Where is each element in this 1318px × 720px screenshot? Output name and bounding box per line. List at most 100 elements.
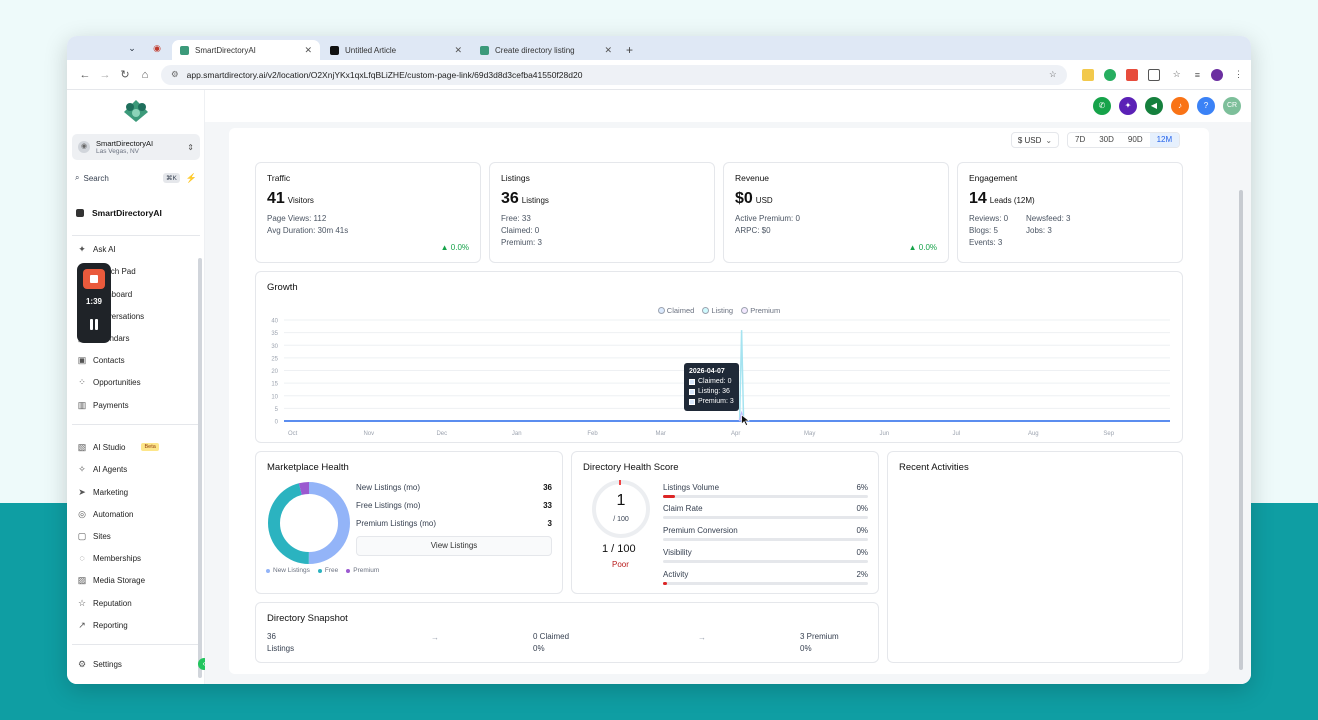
- url-bar[interactable]: ⚙ app.smartdirectory.ai/v2/location/O2Xn…: [161, 64, 1067, 85]
- sidebar-item-memberships[interactable]: ◌ Memberships: [77, 549, 197, 567]
- tab-smartdirectoryai[interactable]: SmartDirectoryAI ✕: [172, 40, 320, 60]
- kpi-detail: Jobs: 3: [1026, 226, 1052, 235]
- site-settings-icon[interactable]: ⚙: [171, 69, 179, 80]
- browser-menu-icon[interactable]: ⋮: [1234, 69, 1243, 80]
- location-switcher[interactable]: ◉ SmartDirectoryAI Las Vegas, NV ⇕: [72, 134, 200, 160]
- extensions-puzzle-icon[interactable]: [1147, 68, 1160, 81]
- help-icon[interactable]: ?: [1197, 97, 1215, 115]
- mh-row-free: Free Listings (mo) 33: [356, 501, 552, 510]
- home-icon[interactable]: ⌂: [135, 69, 155, 81]
- growth-chart[interactable]: 0 5 10 15 20 25 30 35 40 Oct Nov Dec Jan Feb Mar Apr May…: [256, 272, 1184, 444]
- profile-avatar[interactable]: [1211, 68, 1223, 81]
- sidebar-item-reporting[interactable]: ↗ Reporting: [77, 616, 197, 634]
- extension-recorder-icon[interactable]: [1125, 68, 1138, 81]
- phone-icon[interactable]: ✆: [1093, 97, 1111, 115]
- range-12m[interactable]: 12M: [1149, 133, 1180, 147]
- bookmarks-icon[interactable]: ☆: [1173, 69, 1181, 80]
- view-listings-button[interactable]: View Listings: [356, 536, 552, 556]
- main-scrollbar[interactable]: [1239, 190, 1243, 670]
- marketplace-donut[interactable]: [264, 478, 354, 568]
- quick-action-bolt-icon[interactable]: ⚡: [186, 173, 197, 184]
- sidebar-item-ai-agents[interactable]: ✧ AI Agents: [77, 460, 197, 478]
- article-favicon-icon: [330, 45, 339, 55]
- tab-search-icon[interactable]: ⌄: [125, 41, 139, 55]
- y-tick-label: 15: [271, 382, 278, 388]
- sidebar-item-automation[interactable]: ◎ Automation: [77, 505, 197, 523]
- sidebar-item-contacts[interactable]: ▣ Contacts: [77, 351, 197, 369]
- tab-create-directory-listing[interactable]: Create directory listing ✕: [472, 40, 620, 60]
- range-7d[interactable]: 7D: [1068, 133, 1092, 147]
- kpi-delta: ▲ 0.0%: [908, 243, 937, 252]
- kpi-engagement: Engagement 14 Leads (12M) Reviews: 0 Blog…: [957, 162, 1183, 263]
- legend-label: Premium: [353, 567, 380, 574]
- star-icon: ☆: [77, 598, 87, 608]
- media-icon: ▨: [77, 575, 87, 585]
- ai-agents-icon: ✧: [78, 464, 86, 474]
- sidebar-item-opportunities[interactable]: ⁘ Opportunities: [77, 373, 197, 391]
- stop-recording-button[interactable]: [83, 269, 105, 289]
- sidebar-scrollbar[interactable]: [198, 258, 202, 678]
- tab-title: SmartDirectoryAI: [195, 45, 256, 55]
- divider: [72, 235, 200, 236]
- directory-snapshot-card: Directory Snapshot 36 Listings → 0 Claime…: [255, 602, 879, 663]
- dashboard-content: $ USD ⌄ 7D 30D 90D 12M Traffic 41 Visitors…: [229, 128, 1209, 674]
- y-tick-label: 0: [275, 420, 279, 426]
- currency-select[interactable]: $ USD ⌄: [1011, 132, 1059, 148]
- forward-icon[interactable]: →: [95, 69, 115, 81]
- tooltip-row: Premium: 3: [689, 397, 734, 407]
- search-icon: ⌕: [75, 173, 80, 182]
- range-90d[interactable]: 90D: [1121, 133, 1150, 147]
- sidebar-item-ai-studio[interactable]: ▧ AI Studio Beta: [77, 438, 197, 456]
- reading-list-icon[interactable]: ≡: [1195, 70, 1200, 80]
- back-icon[interactable]: ←: [75, 69, 95, 81]
- x-tick-label: Jun: [879, 431, 889, 437]
- sidebar-item-sites[interactable]: ▢ Sites: [77, 527, 197, 545]
- sidebar-item-ask-ai[interactable]: ✦ Ask AI: [77, 240, 197, 258]
- tab-untitled-article[interactable]: Untitled Article ✕: [322, 40, 470, 60]
- notifications-bell-icon[interactable]: ♪: [1171, 97, 1189, 115]
- user-avatar[interactable]: CR: [1223, 97, 1241, 115]
- y-tick-label: 10: [271, 394, 278, 400]
- account-label: SmartDirectoryAI: [92, 208, 162, 218]
- kpi-detail: Claimed: 0: [501, 226, 540, 235]
- account-switcher[interactable]: SmartDirectoryAI: [72, 204, 200, 222]
- bookmark-star-icon[interactable]: ☆: [1049, 69, 1057, 80]
- pause-recording-button[interactable]: [89, 319, 99, 331]
- location-name: SmartDirectoryAI: [96, 139, 154, 148]
- mh-value: 36: [543, 483, 552, 492]
- close-tab-icon[interactable]: ✕: [604, 45, 612, 56]
- kpi-title: Listings: [501, 173, 530, 183]
- close-tab-icon[interactable]: ✕: [454, 45, 462, 56]
- sidebar-item-settings[interactable]: ⚙ Settings: [77, 655, 197, 673]
- send-icon: ➤: [78, 487, 86, 497]
- extension-folder-icon[interactable]: [1081, 68, 1094, 81]
- search-shortcut: ⌘K: [162, 173, 180, 183]
- extension-evernote-icon[interactable]: [1103, 68, 1116, 81]
- score-of: / 100: [613, 516, 629, 523]
- mh-value: 3: [547, 519, 552, 528]
- tooltip-text: Premium: 3: [698, 398, 734, 405]
- x-tick-label: Dec: [436, 431, 447, 437]
- metric-bar: [663, 582, 868, 585]
- ai-assistant-icon[interactable]: ✦: [1119, 97, 1137, 115]
- sidebar-item-payments[interactable]: ▥ Payments: [77, 396, 197, 414]
- reload-icon[interactable]: ↻: [115, 68, 135, 81]
- score-text: 1 / 100: [602, 543, 636, 555]
- sidebar-item-label: AI Agents: [93, 464, 128, 474]
- sidebar-item-media-storage[interactable]: ▨ Media Storage: [77, 571, 197, 589]
- sidebar-item-label: Contacts: [93, 355, 125, 365]
- sidebar-item-reputation[interactable]: ☆ Reputation: [77, 594, 197, 612]
- sidebar-item-marketing[interactable]: ➤ Marketing: [77, 483, 197, 501]
- donut-legend: New Listings Free Premium: [258, 567, 379, 574]
- screen-recorder-widget: 1:39: [77, 263, 111, 343]
- x-tick-label: Aug: [1028, 431, 1039, 437]
- announcements-icon[interactable]: ◀: [1145, 97, 1163, 115]
- x-tick-label: Feb: [587, 431, 598, 437]
- tab-title: Untitled Article: [345, 45, 397, 55]
- main-area: ✆ ✦ ◀ ♪ ? CR $ USD ⌄ 7D 30D 90D 12M Traff…: [205, 90, 1251, 684]
- new-tab-icon[interactable]: +: [626, 43, 633, 57]
- close-tab-icon[interactable]: ✕: [304, 45, 312, 56]
- mh-label: Premium Listings (mo): [356, 519, 437, 528]
- sidebar-search[interactable]: ⌕ Search ⌘K ⚡: [72, 170, 200, 186]
- range-30d[interactable]: 30D: [1092, 133, 1121, 147]
